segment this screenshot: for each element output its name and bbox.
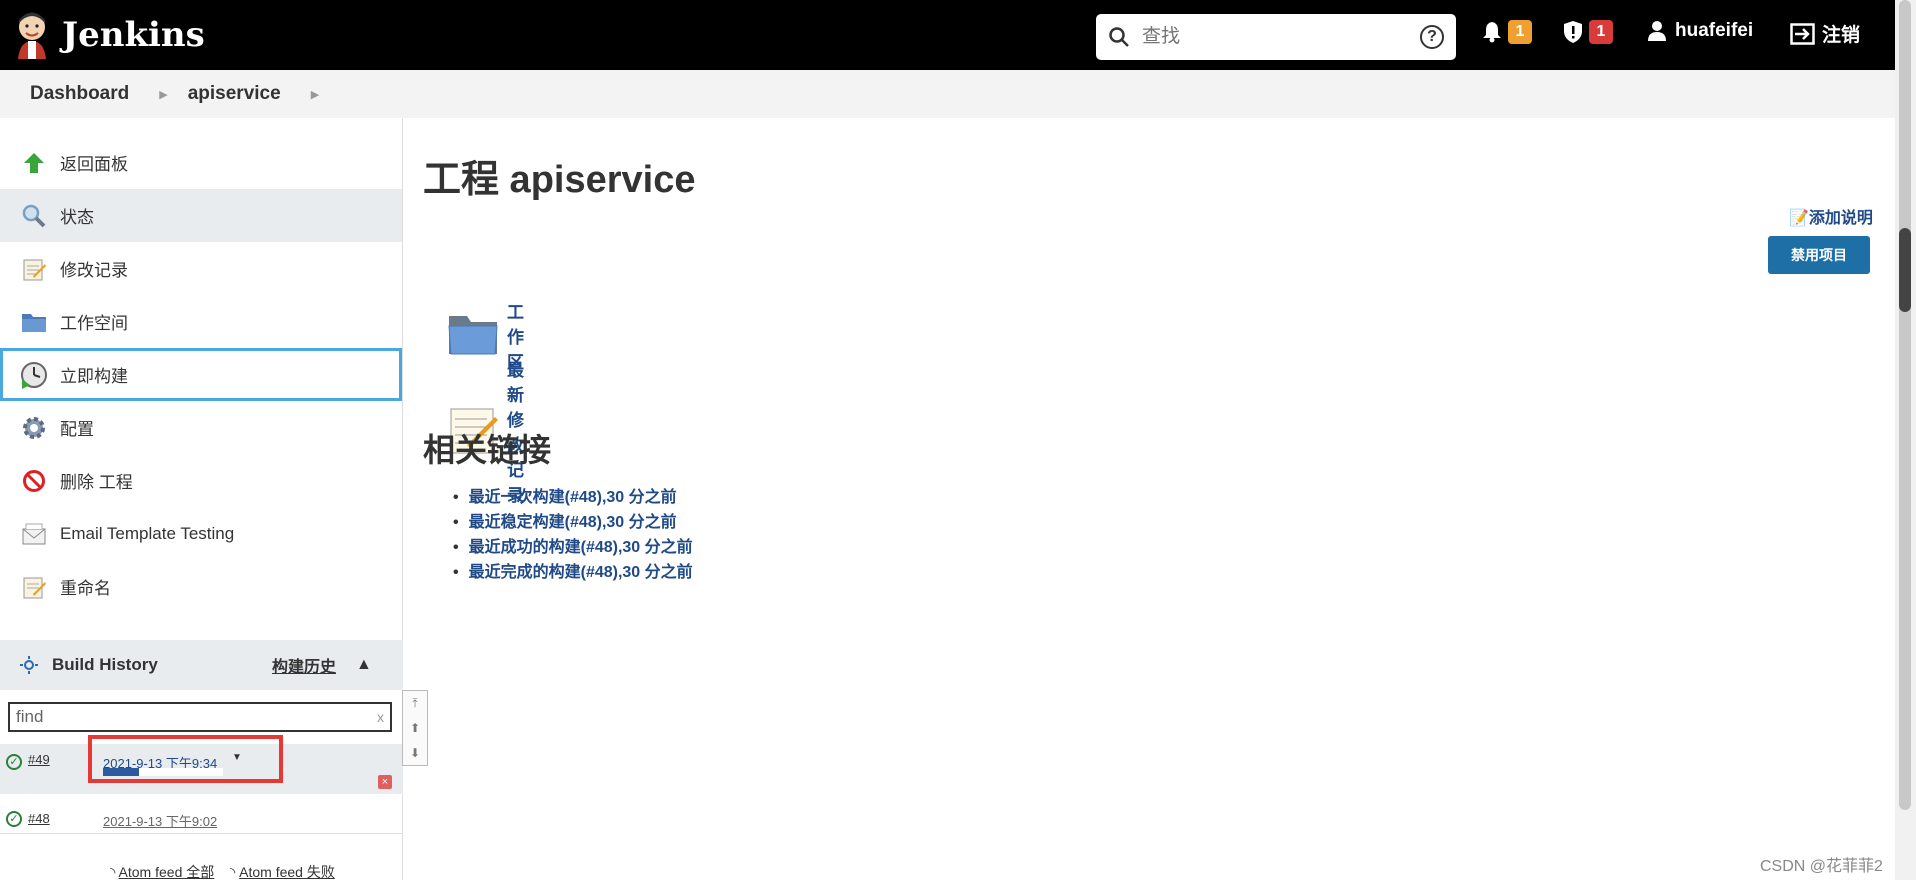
task-label: 删除 工程: [60, 473, 133, 492]
build-history-trend-link[interactable]: 构建历史: [272, 653, 336, 677]
scrollbar-thumb[interactable]: [1899, 0, 1911, 810]
notepad-icon: [20, 255, 48, 283]
build-history-header: Build History 构建历史 ▲: [0, 640, 403, 690]
task-rename[interactable]: 重命名: [0, 560, 402, 613]
task-delete-project[interactable]: 删除 工程: [0, 454, 402, 507]
build-filter-placeholder: find: [16, 707, 44, 726]
atom-feed-all-link[interactable]: Atom feed 全部: [119, 864, 215, 880]
add-description-label: 添加说明: [1808, 210, 1873, 227]
collapse-chevron-icon[interactable]: ▲: [356, 656, 372, 674]
scroll-up-icon[interactable]: ⬆: [410, 721, 420, 735]
scroll-down-icon[interactable]: ⬇: [410, 746, 420, 760]
notifications-badge: 1: [1508, 20, 1532, 44]
logout-button[interactable]: 注销: [1790, 20, 1860, 47]
permalink-last-successful-build[interactable]: 最近成功的构建(#48),30 分之前: [453, 533, 693, 558]
build-history-title: Build History: [52, 655, 158, 674]
disable-project-button[interactable]: 禁用项目: [1768, 236, 1870, 274]
task-changes[interactable]: 修改记录: [0, 242, 402, 295]
scrollbar-grip[interactable]: [1899, 228, 1911, 312]
task-label: 工作空间: [60, 314, 128, 333]
build-filter-input[interactable]: find x: [8, 702, 392, 732]
task-label: 重命名: [60, 579, 111, 598]
envelope-icon: [20, 520, 48, 548]
add-description-link[interactable]: 📝添加说明: [1789, 204, 1873, 228]
help-icon[interactable]: ?: [1420, 25, 1444, 49]
notepad-icon: [20, 573, 48, 601]
atom-feeds: ◝ Atom feed 全部 ◝ Atom feed 失败: [110, 862, 335, 880]
security-button[interactable]: 1: [1563, 20, 1613, 44]
build-row: ✓ #48 2021-9-13 下午9:02: [0, 804, 403, 834]
user-icon: [1648, 21, 1666, 41]
security-badge: 1: [1589, 20, 1613, 44]
permalinks-list: 最近一次构建(#48),30 分之前 最近稳定构建(#48),30 分之前 最近…: [453, 483, 693, 583]
logout-icon: [1790, 22, 1815, 45]
breadcrumb: Dashboard ▶ apiservice ▶: [0, 70, 1895, 118]
highlight-box: [88, 735, 283, 783]
task-back-to-dashboard[interactable]: 返回面板: [0, 136, 402, 189]
task-label: Email Template Testing: [60, 523, 235, 543]
task-status[interactable]: 状态: [0, 189, 402, 242]
rss-icon: ◝: [110, 864, 116, 880]
search-box[interactable]: ?: [1096, 14, 1456, 60]
clock-icon: [20, 361, 48, 389]
build-date[interactable]: 2021-9-13 下午9:02: [103, 811, 217, 830]
history-scroll-controls: ⤒ ⬆ ⬇: [402, 690, 428, 766]
task-email-template-testing[interactable]: Email Template Testing: [0, 507, 402, 560]
task-configure[interactable]: 配置: [0, 401, 402, 454]
up-arrow-icon: [20, 149, 48, 177]
permalinks-heading: 相关链接: [423, 432, 552, 468]
gear-icon: [20, 414, 48, 442]
no-icon: [20, 467, 48, 495]
breadcrumb-separator-icon[interactable]: ▶: [311, 88, 319, 101]
success-icon: ✓: [6, 754, 22, 770]
success-icon: ✓: [6, 811, 22, 827]
search-input[interactable]: [1142, 26, 1412, 48]
folder-icon: [20, 308, 48, 336]
folder-icon: [447, 310, 499, 361]
cancel-build-icon[interactable]: ×: [378, 775, 392, 789]
page-scrollbar[interactable]: [1895, 0, 1916, 880]
breadcrumb-separator-icon[interactable]: ▶: [159, 88, 167, 101]
permalink-last-completed-build[interactable]: 最近完成的构建(#48),30 分之前: [453, 558, 693, 583]
rss-icon: ◝: [229, 864, 236, 880]
bell-icon: [1483, 22, 1501, 43]
atom-feed-fail-link[interactable]: Atom feed 失败: [239, 864, 335, 880]
edit-icon: 📝: [1789, 210, 1809, 227]
task-label: 立即构建: [60, 367, 128, 386]
page-title: 工程 apiservice: [423, 159, 696, 201]
brand-name: Jenkins: [62, 15, 205, 55]
build-number[interactable]: #49: [28, 752, 50, 767]
permalink-last-build[interactable]: 最近一次构建(#48),30 分之前: [453, 483, 693, 508]
scroll-top-icon[interactable]: ⤒: [412, 696, 417, 711]
permalink-last-stable-build[interactable]: 最近稳定构建(#48),30 分之前: [453, 508, 693, 533]
task-label: 状态: [60, 208, 94, 227]
search-icon: [1109, 27, 1129, 47]
breadcrumb-apiservice[interactable]: apiservice: [188, 83, 281, 105]
user-menu[interactable]: huafeifei: [1647, 20, 1753, 42]
sun-icon: [20, 656, 38, 674]
top-header: Jenkins ? 1 1 huafeifei: [0, 0, 1895, 70]
breadcrumb-dashboard[interactable]: Dashboard: [30, 83, 129, 105]
task-label: 修改记录: [60, 261, 128, 280]
notifications-button[interactable]: 1: [1482, 20, 1532, 44]
shield-icon: [1564, 21, 1582, 43]
jenkins-butler-icon: [14, 11, 50, 59]
logout-label: 注销: [1822, 25, 1861, 46]
username: huafeifei: [1675, 20, 1754, 41]
task-build-now[interactable]: 立即构建: [0, 348, 402, 401]
clear-filter-icon[interactable]: x: [377, 704, 384, 730]
jenkins-logo[interactable]: Jenkins: [14, 11, 205, 59]
build-number[interactable]: #48: [28, 811, 50, 826]
task-workspace[interactable]: 工作空间: [0, 295, 402, 348]
search-icon: [20, 202, 48, 230]
task-label: 配置: [60, 420, 94, 439]
task-label: 返回面板: [60, 155, 128, 174]
watermark: CSDN @花菲菲2: [1760, 858, 1883, 875]
